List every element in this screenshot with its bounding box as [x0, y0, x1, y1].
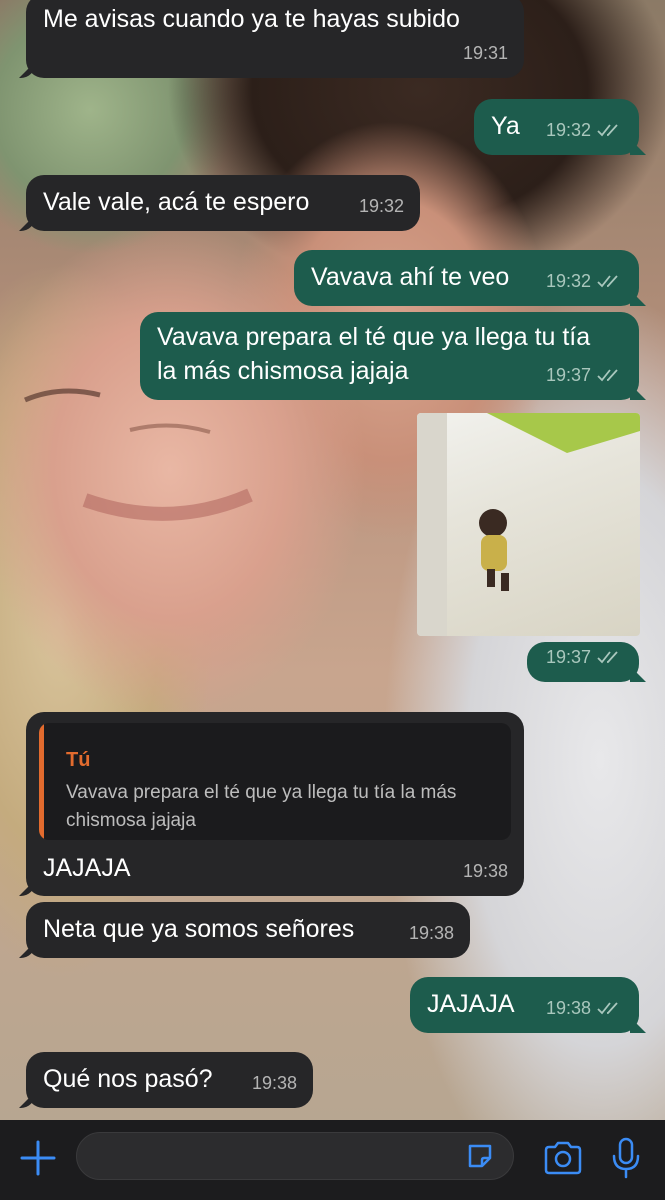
message-meta: 19:32: [546, 264, 623, 298]
image-message-meta-bubble: 19:37: [527, 640, 646, 682]
message-text: Me avisas cuando ya te hayas subido: [43, 5, 460, 33]
message-text: JAJAJA: [43, 854, 131, 882]
photo-thumbnail: [417, 413, 640, 636]
message-time: 19:38: [545, 998, 591, 1018]
message-time: 19:32: [545, 120, 591, 140]
message-time: 19:37: [545, 365, 591, 385]
message-bubble-outgoing[interactable]: JAJAJA 19:38: [410, 977, 646, 1033]
message-text: Vale vale, acá te espero: [43, 188, 310, 216]
message-text: Neta que ya somos señores: [43, 915, 355, 943]
message-bubble-incoming[interactable]: Me avisas cuando ya te hayas subido 19:3…: [19, 0, 524, 78]
message-bubble-incoming[interactable]: Vale vale, acá te espero 19:32: [19, 175, 420, 231]
double-check-icon: [597, 124, 618, 137]
message-text: Vavava prepara el té que ya llega tu tía…: [157, 323, 591, 385]
sticker-icon[interactable]: [465, 1141, 495, 1171]
message-meta: 19:37: [546, 640, 623, 674]
microphone-icon[interactable]: [610, 1136, 642, 1180]
message-text: Qué nos pasó?: [43, 1065, 213, 1093]
message-bubble-incoming[interactable]: Qué nos pasó? 19:38: [19, 1052, 313, 1108]
message-bubble-incoming-reply[interactable]: Tú Vavava prepara el té que ya llega tu …: [19, 712, 524, 896]
double-check-icon: [597, 275, 618, 288]
message-meta: 19:38: [546, 991, 623, 1025]
message-time: 19:38: [408, 923, 454, 943]
message-time: 19:38: [462, 861, 508, 881]
double-check-icon: [597, 369, 618, 382]
quote-text: Vavava prepara el té que ya llega tu tía…: [66, 782, 457, 831]
double-check-icon: [597, 1002, 618, 1015]
message-meta: 19:32: [546, 113, 623, 147]
image-message[interactable]: [417, 413, 640, 636]
message-text: JAJAJA: [427, 990, 515, 1018]
message-bubble-incoming[interactable]: Neta que ya somos señores 19:38: [19, 902, 470, 958]
quote-author: Tú: [66, 749, 91, 771]
message-time: 19:32: [358, 196, 404, 216]
message-input[interactable]: [76, 1132, 514, 1180]
message-text: Ya: [491, 112, 520, 140]
message-bubble-outgoing[interactable]: Ya 19:32: [474, 99, 646, 155]
camera-icon[interactable]: [543, 1140, 583, 1176]
quote-accent-bar: [39, 723, 44, 840]
message-text: Vavava ahí te veo: [311, 263, 510, 291]
message-time: 19:32: [545, 271, 591, 291]
double-check-icon: [597, 651, 618, 664]
message-bubble-outgoing[interactable]: Vavava prepara el té que ya llega tu tía…: [140, 312, 646, 400]
plus-icon[interactable]: [18, 1138, 58, 1178]
message-time: 19:37: [545, 647, 591, 667]
message-composer-bar: [0, 1120, 665, 1200]
message-time: 19:38: [251, 1073, 297, 1093]
message-meta: 19:37: [546, 358, 623, 392]
quoted-message[interactable]: Tú Vavava prepara el té que ya llega tu …: [39, 723, 511, 840]
message-bubble-outgoing[interactable]: Vavava ahí te veo 19:32: [294, 250, 646, 306]
message-time: 19:31: [462, 43, 508, 63]
